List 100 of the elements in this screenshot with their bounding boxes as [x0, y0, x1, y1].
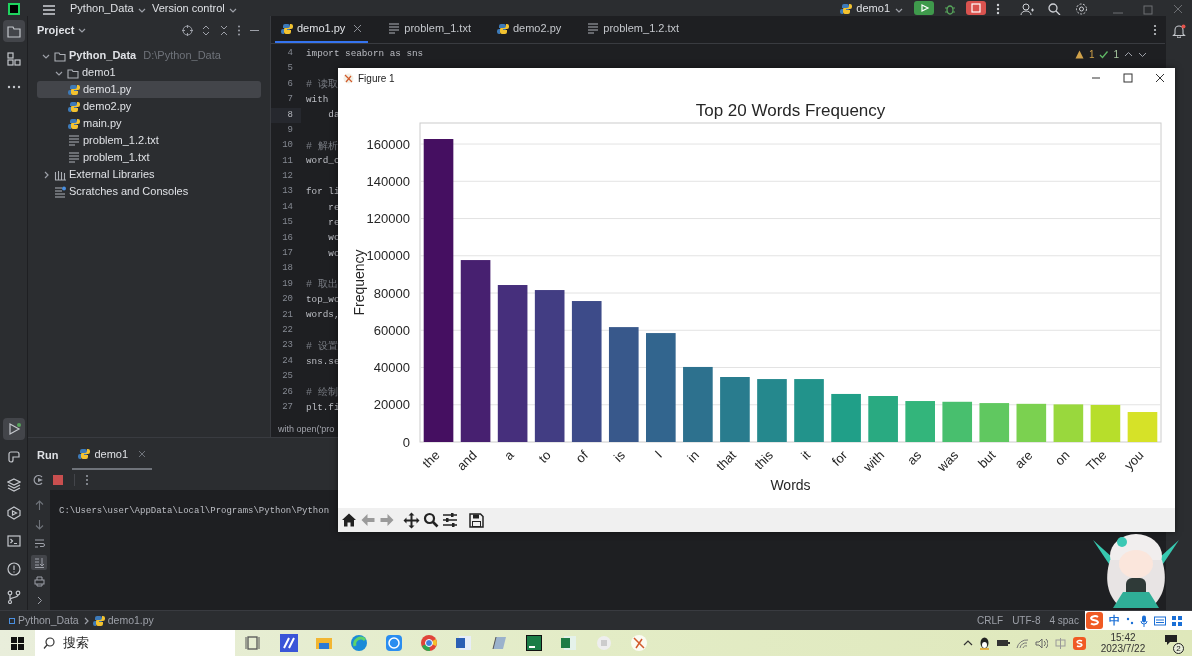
bug-icon[interactable]: [944, 3, 956, 15]
editor-tab[interactable]: problem_1.2.txt: [581, 16, 686, 43]
search-icon: [43, 637, 55, 649]
x-tick-label: are: [1011, 447, 1036, 472]
pan-icon[interactable]: [403, 511, 420, 529]
settings-icon[interactable]: [1075, 3, 1088, 15]
vcs-selector[interactable]: Version control: [152, 2, 225, 15]
clock[interactable]: 15:42 2023/7/22: [1092, 632, 1154, 654]
layers-icon[interactable]: [6, 478, 21, 492]
notification-button[interactable]: 2: [1164, 634, 1182, 652]
down-arrow-icon[interactable]: [33, 519, 45, 530]
editor-tab[interactable]: demo1.py: [275, 16, 369, 43]
soft-wrap-icon[interactable]: [33, 538, 45, 549]
search-field[interactable]: 搜索: [35, 630, 235, 656]
save-icon[interactable]: [469, 512, 484, 528]
volume-icon[interactable]: [1035, 637, 1048, 649]
tree-item[interactable]: External Libraries: [37, 166, 261, 183]
figure-app-icon[interactable]: [630, 634, 648, 652]
x-tick-label: The: [1083, 447, 1110, 474]
scroll-to-end-icon[interactable]: [33, 557, 45, 568]
previous-icon[interactable]: [1124, 50, 1133, 59]
more-icon[interactable]: [85, 474, 89, 486]
tree-item[interactable]: problem_1.txt: [37, 149, 261, 166]
x-tick-label: was: [934, 447, 962, 475]
code-comment: # 设置: [306, 339, 338, 354]
close-icon[interactable]: [353, 24, 363, 33]
run-button-icon[interactable]: [914, 1, 934, 15]
task-view-icon[interactable]: [245, 634, 263, 652]
input-method-icon[interactable]: [1086, 612, 1103, 629]
problems-icon[interactable]: [6, 562, 21, 576]
structure-icon[interactable]: [6, 52, 21, 66]
sliders-icon[interactable]: [442, 512, 458, 528]
run-config-selector[interactable]: demo1: [856, 2, 890, 15]
stop-button-icon[interactable]: [966, 1, 986, 15]
run-tab[interactable]: demo1: [72, 440, 153, 470]
search-icon[interactable]: [1048, 3, 1061, 15]
penguin-icon[interactable]: [979, 636, 990, 650]
services-icon[interactable]: [6, 506, 21, 520]
project-selector[interactable]: Python_Data: [70, 2, 134, 15]
microphone-icon[interactable]: [1140, 614, 1148, 627]
spreadsheet-app-icon[interactable]: [560, 634, 578, 652]
up-arrow-icon[interactable]: [33, 500, 45, 511]
text-file-icon: [68, 134, 80, 147]
more-icon[interactable]: [996, 3, 1000, 15]
browser-icon[interactable]: [350, 634, 368, 652]
status-item[interactable]: UTF-8: [1012, 613, 1041, 628]
x-tick-label: it: [797, 447, 814, 463]
keyboard-icon[interactable]: [1154, 615, 1166, 626]
input-method-icon[interactable]: [1073, 636, 1086, 650]
document-app-icon[interactable]: [455, 634, 473, 652]
more-icon[interactable]: [1153, 23, 1157, 36]
rerun-icon[interactable]: [32, 474, 44, 486]
menu-icon[interactable]: [42, 5, 56, 15]
grid-icon[interactable]: [1172, 615, 1182, 626]
breadcrumb-item[interactable]: Python_Data: [9, 612, 79, 629]
editor-tab[interactable]: problem_1.txt: [382, 16, 477, 43]
status-item[interactable]: 4 spac: [1049, 613, 1079, 628]
collapse-all-icon[interactable]: [219, 24, 229, 36]
ime-mode-button[interactable]: 中: [1109, 612, 1120, 629]
print-icon[interactable]: [33, 576, 45, 587]
line-number: 17: [281, 247, 294, 260]
punctuation-icon[interactable]: [1126, 615, 1134, 626]
maximize-icon[interactable]: [1123, 73, 1133, 83]
expand-all-icon[interactable]: [201, 24, 211, 36]
stop-icon[interactable]: [52, 474, 64, 486]
tree-item[interactable]: demo1: [37, 64, 261, 81]
tree-item[interactable]: main.py: [37, 115, 261, 132]
windows-start-icon[interactable]: [11, 636, 24, 650]
notepad-icon[interactable]: [490, 634, 508, 652]
app-icon[interactable]: [385, 634, 403, 652]
close-icon[interactable]: [1155, 73, 1165, 83]
add-user-icon[interactable]: [1020, 3, 1034, 15]
notification-bell-icon[interactable]: [1172, 24, 1186, 38]
terminal-icon[interactable]: [6, 534, 21, 548]
tree-item[interactable]: Scratches and Consoles: [37, 183, 261, 200]
breadcrumb-item[interactable]: demo1.py: [92, 612, 154, 629]
zoom-icon[interactable]: [423, 512, 439, 528]
app-icon[interactable]: [280, 634, 298, 652]
editor-tab[interactable]: demo2.py: [490, 16, 568, 43]
ide-icon[interactable]: [525, 634, 543, 652]
locate-icon[interactable]: [182, 24, 193, 36]
next-icon[interactable]: [1138, 50, 1147, 59]
tree-item[interactable]: demo2.py: [37, 98, 261, 115]
chrome-icon[interactable]: [420, 634, 438, 652]
status-item[interactable]: CRLF: [977, 613, 1004, 628]
tree-item[interactable]: problem_1.2.txt: [37, 132, 261, 149]
python-console-icon[interactable]: [6, 450, 21, 464]
line-number: 7: [286, 93, 294, 107]
options-icon[interactable]: [237, 24, 241, 36]
bar: [979, 403, 1010, 442]
tray-expand-icon[interactable]: [963, 638, 973, 648]
tree-item[interactable]: demo1.py: [37, 81, 261, 98]
git-branch-icon[interactable]: [6, 590, 21, 604]
home-icon[interactable]: [341, 512, 357, 528]
wifi-icon[interactable]: [1016, 637, 1029, 649]
breadcrumb[interactable]: with open('pro: [278, 423, 335, 437]
battery-icon[interactable]: [996, 638, 1010, 648]
tree-item[interactable]: Python_Data D:\Python_Data: [37, 47, 261, 64]
folder-icon[interactable]: [6, 24, 21, 38]
run-icon[interactable]: [6, 422, 21, 436]
